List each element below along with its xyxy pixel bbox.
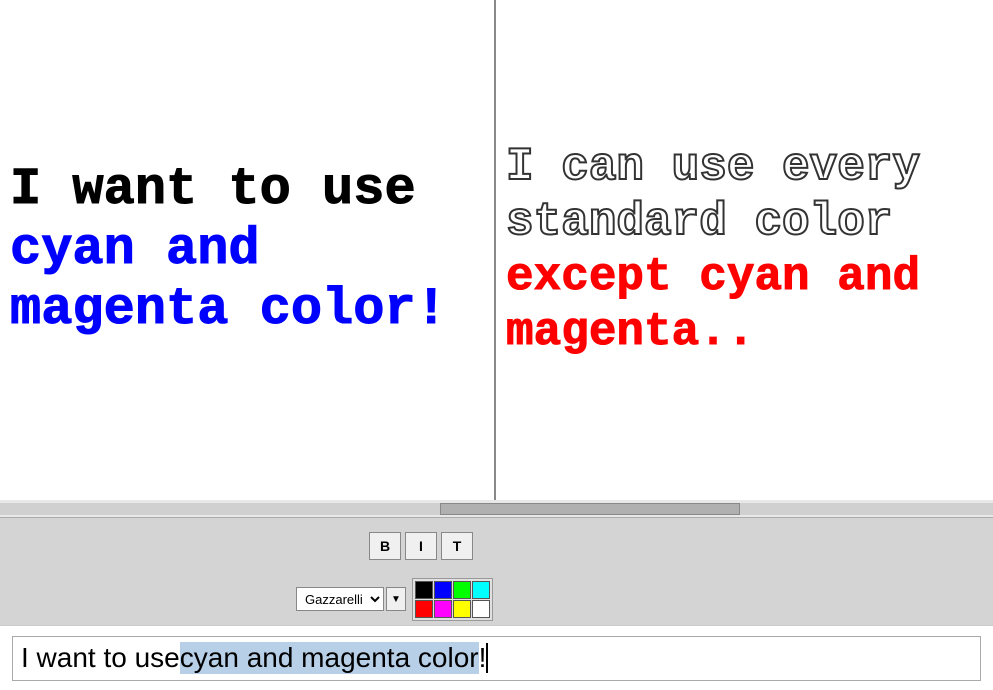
color-white[interactable] [472, 600, 490, 618]
toolbar-area: B I T [0, 518, 993, 573]
right-line3-text: except cyan and [506, 251, 920, 303]
right-line2-text: standard color [506, 196, 892, 248]
right-panel: I can use every standard color except cy… [496, 0, 993, 500]
color-yellow[interactable] [453, 600, 471, 618]
text-cursor [486, 643, 488, 673]
font-select[interactable]: Gazzarelli [296, 587, 384, 611]
scrollbar-area[interactable] [0, 500, 993, 518]
left-panel: I want to use cyan and magenta color! [0, 0, 496, 500]
input-selected-text: cyan and magenta color [180, 642, 479, 674]
preview-area: I want to use cyan and magenta color! I … [0, 0, 993, 500]
font-dropdown-button[interactable]: ▼ [386, 587, 406, 611]
left-line1-text: I want to use [10, 160, 416, 219]
right-line3: except cyan and [506, 250, 920, 305]
input-prefix: I want to use [21, 642, 180, 674]
right-line4-text: magenta.. [506, 306, 754, 358]
left-line2-text: cyan and [10, 220, 260, 279]
right-line1: I can use every [506, 140, 920, 195]
input-suffix: ! [479, 642, 487, 674]
left-line3-text: magenta color! [10, 280, 447, 339]
color-blue[interactable] [434, 581, 452, 599]
text-input-wrapper[interactable]: I want to use cyan and magenta color ! [12, 636, 981, 681]
color-palette [412, 578, 493, 621]
right-line1-text: I can use every [506, 141, 920, 193]
font-color-area: Gazzarelli ▼ [0, 573, 993, 625]
right-line2: standard color [506, 195, 920, 250]
color-black[interactable] [415, 581, 433, 599]
font-selector-wrapper: Gazzarelli ▼ [296, 587, 406, 611]
scrollbar-thumb[interactable] [440, 503, 740, 515]
left-line2: cyan and [10, 220, 447, 280]
color-red[interactable] [415, 600, 433, 618]
scrollbar-track[interactable] [0, 503, 993, 515]
text-button[interactable]: T [441, 532, 473, 560]
left-line3: magenta color! [10, 280, 447, 340]
italic-button[interactable]: I [405, 532, 437, 560]
right-text-block: I can use every standard color except cy… [506, 140, 920, 361]
bold-button[interactable]: B [369, 532, 401, 560]
input-area: I want to use cyan and magenta color ! [0, 625, 993, 690]
color-green[interactable] [453, 581, 471, 599]
color-magenta[interactable] [434, 600, 452, 618]
color-cyan[interactable] [472, 581, 490, 599]
left-text-block: I want to use cyan and magenta color! [10, 160, 447, 339]
right-line4: magenta.. [506, 305, 920, 360]
left-line1: I want to use [10, 160, 447, 220]
